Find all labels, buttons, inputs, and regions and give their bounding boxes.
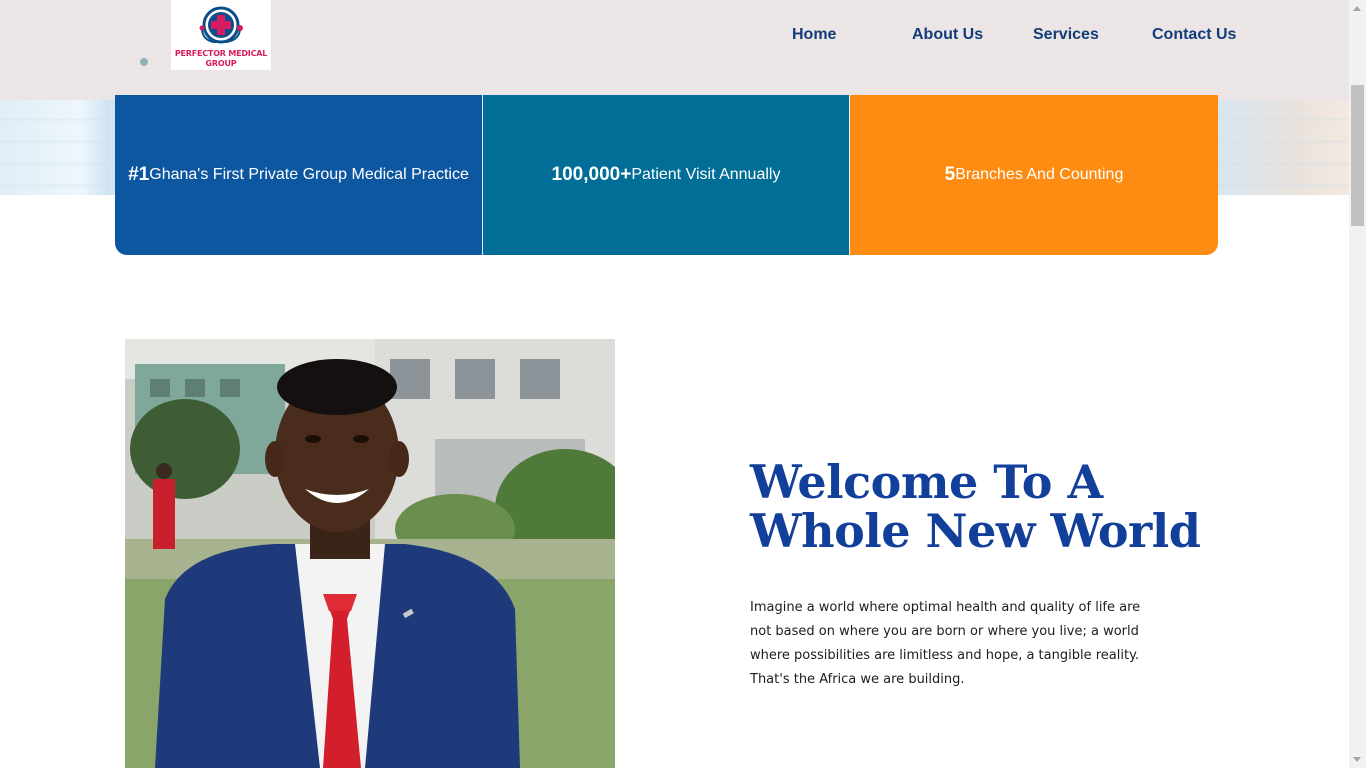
- stat-value: 100,000+: [551, 164, 632, 185]
- stat-patient-visits: 100,000+ Patient Visit Annually: [482, 95, 850, 255]
- stat-text: Patient Visit Annually: [631, 166, 781, 183]
- welcome-body-text: Imagine a world where optimal health and…: [750, 600, 1141, 687]
- stat-value: 5: [944, 164, 956, 185]
- stat-text: Branches And Counting: [955, 166, 1124, 183]
- nav-contact-us[interactable]: Contact Us: [1152, 26, 1236, 44]
- scroll-down-arrow-icon[interactable]: [1353, 757, 1361, 762]
- medical-cross-stethoscope-icon: [199, 6, 243, 44]
- nav-services[interactable]: Services: [1033, 26, 1099, 44]
- scroll-thumb[interactable]: [1351, 85, 1364, 226]
- nav-about-us[interactable]: About Us: [912, 26, 983, 44]
- portrait-illustration: [125, 339, 615, 768]
- scroll-up-arrow-icon[interactable]: [1353, 6, 1361, 11]
- welcome-heading-line2: Whole New World: [750, 504, 1201, 558]
- stats-bar: #1 Ghana's First Private Group Medical Pr…: [115, 95, 1218, 255]
- stat-first-practice: #1 Ghana's First Private Group Medical Pr…: [115, 95, 482, 255]
- site-logo[interactable]: PERFECTOR MEDICAL GROUP: [171, 0, 271, 70]
- stat-branches: 5 Branches And Counting: [850, 95, 1218, 255]
- site-header: PERFECTOR MEDICAL GROUP Home About Us Se…: [0, 0, 1349, 100]
- welcome-heading-line1: Welcome To A: [750, 455, 1103, 509]
- page-scrollbar[interactable]: [1349, 0, 1366, 768]
- welcome-heading: Welcome To A Whole New World: [750, 458, 1230, 556]
- carousel-dot[interactable]: [140, 58, 148, 66]
- logo-text: PERFECTOR MEDICAL GROUP: [174, 49, 268, 68]
- doctor-portrait-photo: [125, 339, 615, 768]
- nav-home[interactable]: Home: [792, 26, 836, 44]
- stat-value: #1: [128, 164, 150, 185]
- stat-text: Ghana's First Private Group Medical Prac…: [149, 166, 469, 183]
